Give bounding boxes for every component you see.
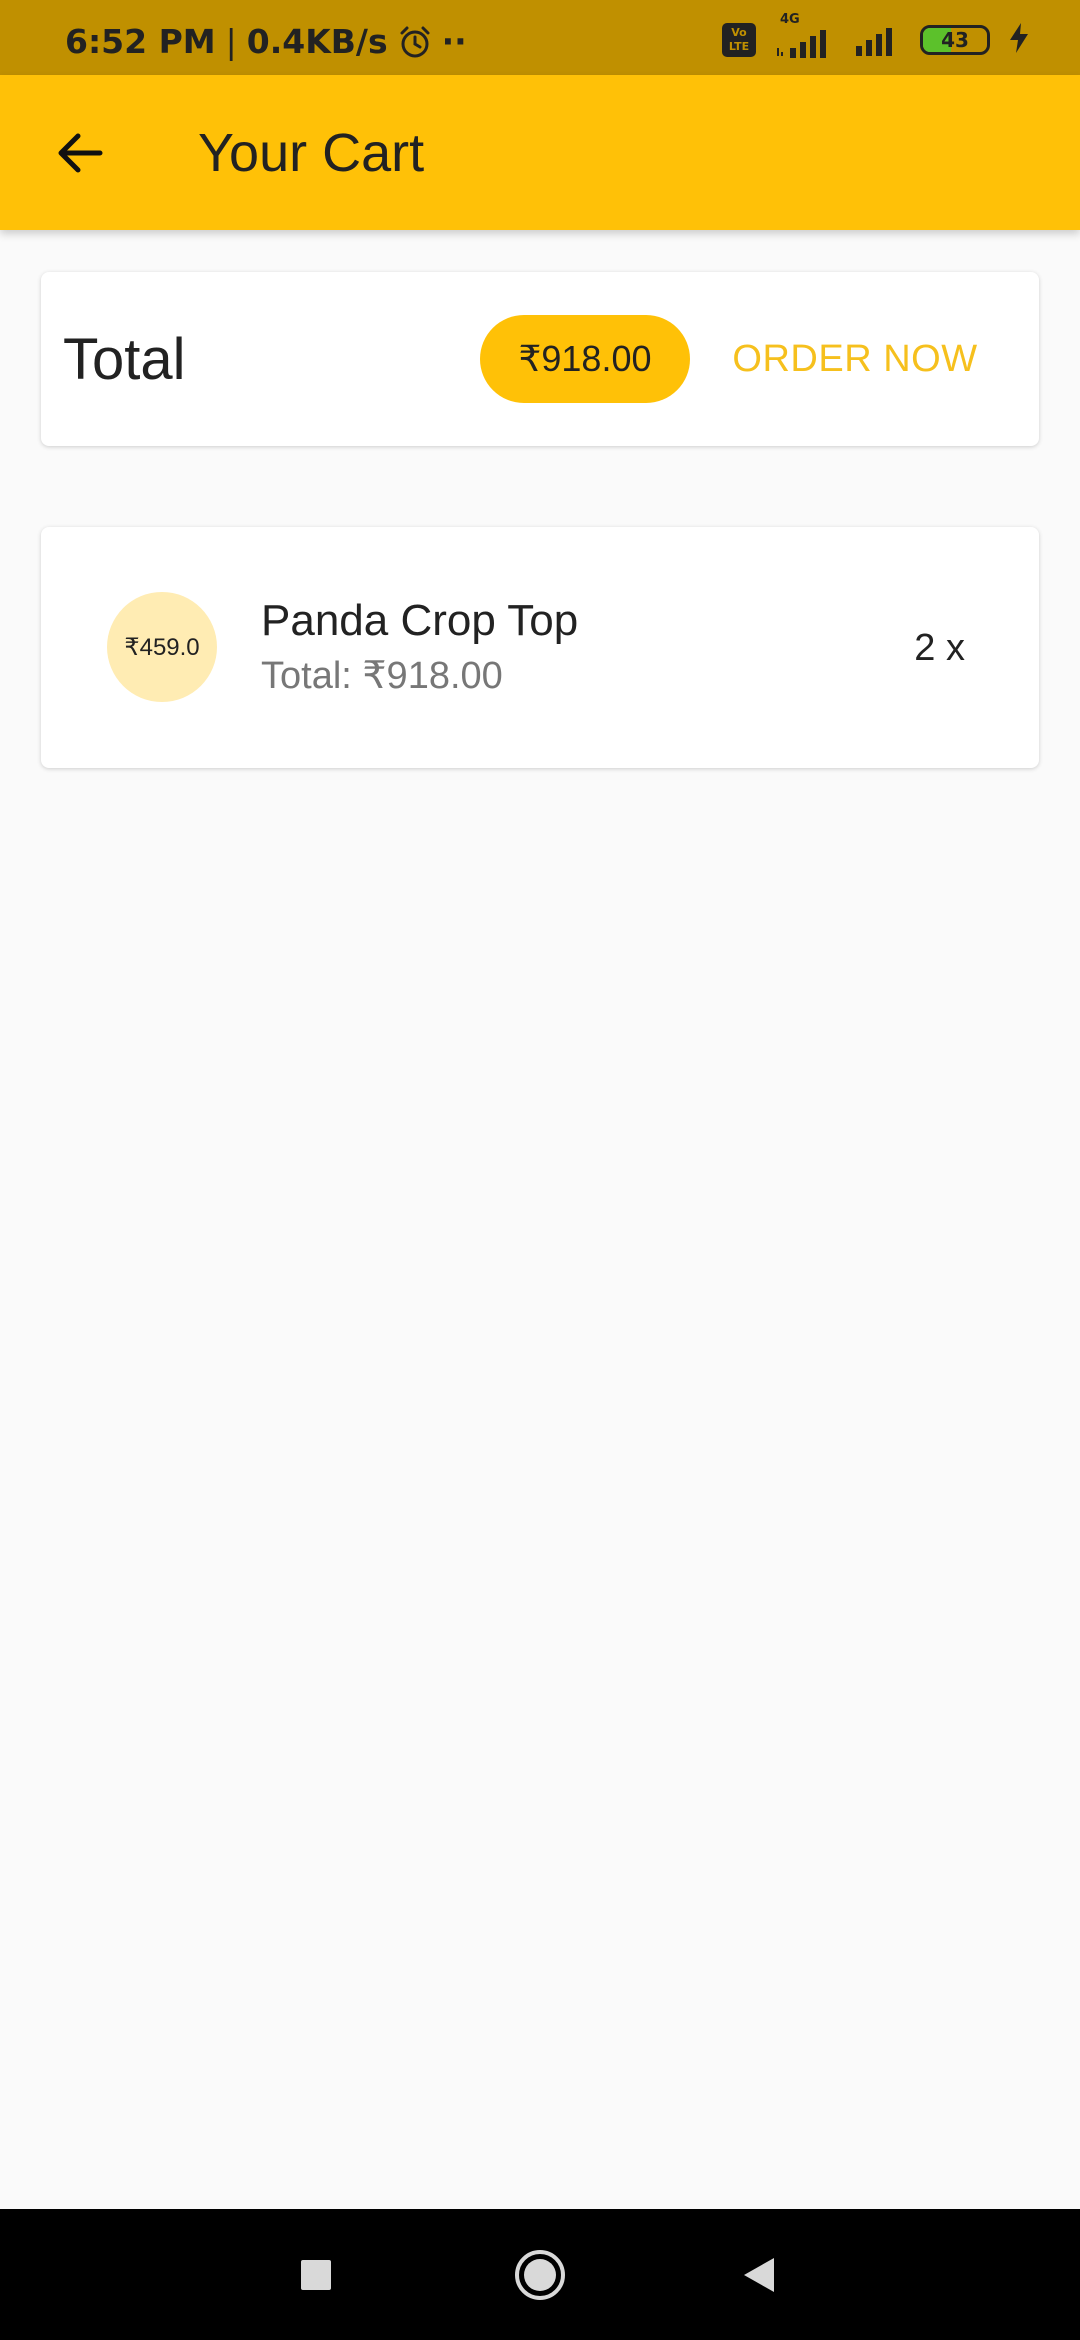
status-network-speed: 0.4KB/s	[246, 22, 388, 61]
item-total: Total: ₹918.00	[261, 655, 503, 697]
status-right: Vo LTE 4G 43	[722, 12, 1030, 64]
total-card: Total ₹918.00 ORDER NOW	[41, 272, 1039, 446]
total-amount-chip: ₹918.00	[480, 315, 690, 403]
order-now-button[interactable]: ORDER NOW	[721, 315, 989, 403]
item-name: Panda Crop Top	[261, 596, 579, 645]
back-button[interactable]	[40, 113, 120, 193]
recents-button[interactable]	[268, 2227, 364, 2323]
volte-bottom: LTE	[728, 40, 750, 53]
signal-icon	[854, 16, 902, 64]
total-label: Total	[63, 327, 186, 392]
battery-level: 43	[941, 28, 969, 52]
status-bar: 6:52 PM | 0.4KB/s ·· Vo LTE 4G 43	[0, 0, 1080, 75]
battery-icon: 43	[920, 25, 990, 55]
cart-item[interactable]: ₹459.0 Panda Crop Top Total: ₹918.00 2 x	[41, 527, 1039, 768]
status-left: 6:52 PM | 0.4KB/s ··	[65, 22, 467, 62]
volte-icon: Vo LTE	[722, 23, 756, 57]
item-quantity: 2 x	[914, 627, 965, 669]
signal-icon: 4G	[774, 12, 836, 62]
page-title: Your Cart	[198, 123, 425, 183]
back-icon	[744, 2258, 774, 2292]
alarm-icon	[398, 25, 432, 59]
status-dots: ··	[441, 22, 467, 61]
status-time: 6:52 PM	[65, 22, 216, 61]
status-separator: |	[225, 22, 237, 61]
item-price-avatar: ₹459.0	[107, 592, 217, 702]
home-button[interactable]	[492, 2227, 588, 2323]
navigation-bar	[0, 2209, 1080, 2340]
home-icon	[515, 2250, 565, 2300]
recents-icon	[301, 2260, 331, 2290]
charging-icon	[1008, 22, 1030, 58]
volte-top: Vo	[731, 26, 747, 39]
arrow-left-icon	[58, 133, 103, 173]
app-bar: Your Cart	[0, 75, 1080, 230]
back-nav-button[interactable]	[712, 2227, 808, 2323]
